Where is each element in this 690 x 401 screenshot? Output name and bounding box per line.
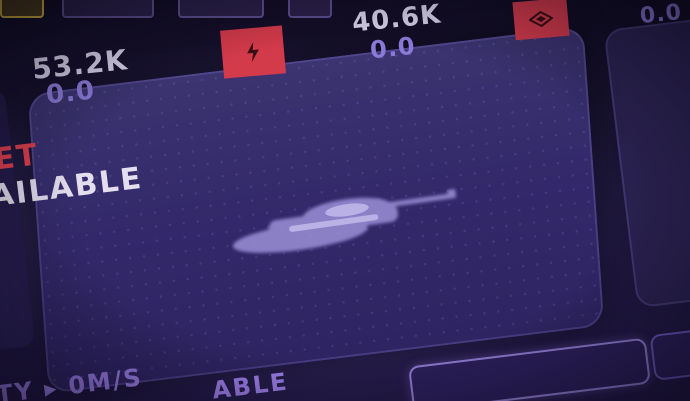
stat-value-secondary: 0.0 bbox=[638, 0, 684, 30]
select-vehicle-button[interactable] bbox=[408, 337, 651, 401]
top-chip[interactable] bbox=[62, 0, 154, 18]
right-side-panel bbox=[603, 15, 690, 309]
top-chip[interactable] bbox=[178, 0, 264, 18]
lightning-badge bbox=[220, 25, 286, 79]
top-chip-yellow[interactable] bbox=[0, 0, 44, 18]
stat-value-secondary: 0.0 bbox=[368, 31, 417, 65]
game-hud-screen: 53.2K 0.0 40.6K 0.0 0.0 ET AILABLE TY ▸ … bbox=[0, 0, 690, 401]
status-label-red: ET bbox=[0, 137, 41, 178]
next-button[interactable] bbox=[649, 325, 690, 381]
lightning-icon bbox=[247, 41, 259, 63]
diamond-badge bbox=[512, 0, 570, 41]
diamond-icon bbox=[528, 10, 554, 28]
stat-value-secondary: 0.0 bbox=[44, 75, 97, 111]
top-chip[interactable] bbox=[288, 0, 332, 18]
